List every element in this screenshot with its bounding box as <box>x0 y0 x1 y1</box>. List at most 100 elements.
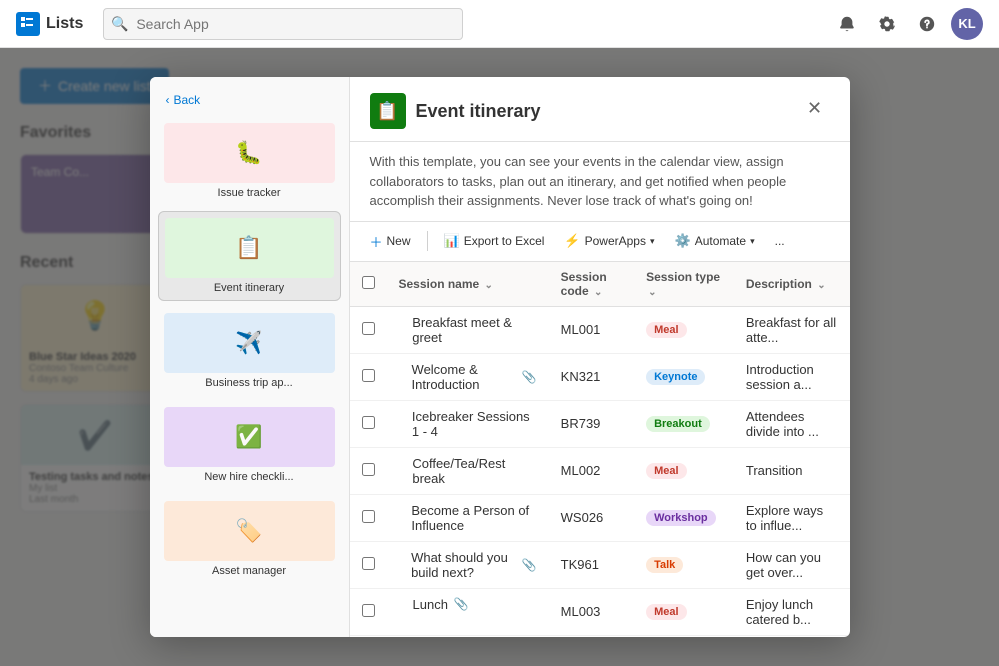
row-session-type: Meal <box>634 447 734 494</box>
back-chevron-icon: ‹ <box>166 93 170 107</box>
avatar[interactable]: KL <box>951 8 983 40</box>
attachment-icon: 📎 <box>454 597 469 611</box>
row-description: Breakfast for all atte... <box>734 306 850 353</box>
row-session-type: Keynote <box>634 353 734 400</box>
template-thumb-hire: ✅ <box>164 407 335 467</box>
modal-main-content: 📋 Event itinerary ✕ With this template, … <box>350 77 850 637</box>
app-icon <box>16 12 40 36</box>
table-header-row: Session name ⌄ Session code ⌄ Session ty… <box>350 262 850 307</box>
col-session-type[interactable]: Session type ⌄ <box>634 262 734 307</box>
row-description: Attendees divide into ... <box>734 400 850 447</box>
template-sidebar: ‹ Back 🐛 Issue tracker 📋 Event itinerary… <box>150 77 350 637</box>
table-body: Breakfast meet & greetML001MealBreakfast… <box>350 306 850 637</box>
toolbar-separator-1 <box>427 231 428 251</box>
select-all-checkbox[interactable] <box>362 276 375 289</box>
row-checkbox-cell <box>350 447 387 494</box>
row-session-code: ML001 <box>549 306 634 353</box>
template-item-new-hire[interactable]: ✅ New hire checkli... <box>158 401 341 489</box>
session-type-badge: Workshop <box>646 510 716 526</box>
toolbar-automate-button[interactable]: ⚙️ Automate ▾ <box>667 229 763 253</box>
row-session-name: What should you build next?📎 <box>387 542 549 588</box>
row-checkbox-cell <box>350 588 387 635</box>
row-session-type: Meal <box>634 588 734 635</box>
table-row: Coffee/Tea/Rest breakML002MealTransition <box>350 447 850 494</box>
table-row: Welcome & Introduction📎KN321KeynoteIntro… <box>350 353 850 400</box>
automate-chevron-icon: ▾ <box>750 236 755 247</box>
modal-title-area: 📋 Event itinerary <box>370 93 541 129</box>
row-session-code: TK173 <box>549 635 634 637</box>
search-input[interactable] <box>103 8 463 40</box>
main-area: ＋ Create new list Favorites Team Co... R… <box>0 48 999 666</box>
row-checkbox-cell <box>350 541 387 588</box>
toolbar-more-button[interactable]: ... <box>767 230 793 252</box>
table-row: What should you build next?📎TK961TalkHow… <box>350 541 850 588</box>
row-session-code: BR739 <box>549 400 634 447</box>
template-thumb-business: ✈️ <box>164 313 335 373</box>
table-row: Become a Person of InfluenceWS026Worksho… <box>350 494 850 541</box>
row-session-name: Welcome & Introduction📎 <box>387 354 549 400</box>
automate-icon: ⚙️ <box>675 233 691 249</box>
row-checkbox-cell <box>350 306 387 353</box>
row-description: What role do emails ... <box>734 635 850 637</box>
attachment-icon: 📎 <box>522 558 537 572</box>
row-4-checkbox[interactable] <box>362 510 375 523</box>
modal-close-button[interactable]: ✕ <box>800 93 830 123</box>
toolbar-powerapps-button[interactable]: ⚡ PowerApps ▾ <box>556 229 662 253</box>
modal-app-icon: 📋 <box>370 93 406 129</box>
topbar-actions: KL <box>831 8 983 40</box>
powerapps-chevron-icon: ▾ <box>650 236 655 247</box>
notifications-button[interactable] <box>831 8 863 40</box>
toolbar-new-button[interactable]: ＋ New <box>362 228 419 255</box>
row-1-checkbox[interactable] <box>362 369 375 382</box>
template-item-business-trip[interactable]: ✈️ Business trip ap... <box>158 307 341 395</box>
powerapps-icon: ⚡ <box>564 233 580 249</box>
col-session-name[interactable]: Session name ⌄ <box>387 262 549 307</box>
table-row: Icebreaker Sessions 1 - 4BR739BreakoutAt… <box>350 400 850 447</box>
row-session-name: The evolution of email use... <box>387 636 549 638</box>
modal-title: Event itinerary <box>416 101 541 122</box>
row-3-checkbox[interactable] <box>362 463 375 476</box>
row-2-checkbox[interactable] <box>362 416 375 429</box>
app-name: Lists <box>46 15 83 33</box>
col-select <box>350 262 387 307</box>
settings-button[interactable] <box>871 8 903 40</box>
session-type-badge: Meal <box>646 463 686 479</box>
row-description: How can you get over... <box>734 541 850 588</box>
app-logo: Lists <box>16 12 83 36</box>
row-session-code: KN321 <box>549 353 634 400</box>
col-description[interactable]: Description ⌄ <box>734 262 850 307</box>
row-0-checkbox[interactable] <box>362 322 375 335</box>
row-session-type: Talk <box>634 635 734 637</box>
session-type-badge: Talk <box>646 557 683 573</box>
col-session-code[interactable]: Session code ⌄ <box>549 262 634 307</box>
modal-header: 📋 Event itinerary ✕ <box>350 77 850 142</box>
session-type-badge: Meal <box>646 604 686 620</box>
row-session-type: Talk <box>634 541 734 588</box>
event-itinerary-modal: ‹ Back 🐛 Issue tracker 📋 Event itinerary… <box>150 77 850 637</box>
template-thumb-asset: 🏷️ <box>164 501 335 561</box>
template-item-issue-tracker[interactable]: 🐛 Issue tracker <box>158 117 341 205</box>
row-session-name: Lunch📎 <box>387 589 549 620</box>
row-description: Explore ways to influe... <box>734 494 850 541</box>
toolbar-export-button[interactable]: 📊 Export to Excel <box>436 229 553 253</box>
row-description: Transition <box>734 447 850 494</box>
table-row: Lunch📎ML003MealEnjoy lunch catered b... <box>350 588 850 635</box>
new-icon: ＋ <box>370 232 383 251</box>
description-sort-icon: ⌄ <box>817 280 825 291</box>
template-item-event-itinerary[interactable]: 📋 Event itinerary <box>158 211 341 301</box>
data-table: Session name ⌄ Session code ⌄ Session ty… <box>350 262 850 638</box>
row-session-type: Workshop <box>634 494 734 541</box>
template-item-asset-manager[interactable]: 🏷️ Asset manager <box>158 495 341 583</box>
row-description: Introduction session a... <box>734 353 850 400</box>
search-icon: 🔍 <box>111 15 128 32</box>
search-bar: 🔍 <box>103 8 463 40</box>
row-6-checkbox[interactable] <box>362 604 375 617</box>
session-name-sort-icon: ⌄ <box>485 280 493 291</box>
back-button[interactable]: ‹ Back <box>158 89 341 111</box>
row-checkbox-cell <box>350 353 387 400</box>
row-5-checkbox[interactable] <box>362 557 375 570</box>
help-button[interactable] <box>911 8 943 40</box>
modal-toolbar: ＋ New 📊 Export to Excel ⚡ PowerApps ▾ <box>350 222 850 262</box>
row-session-type: Meal <box>634 306 734 353</box>
row-checkbox-cell <box>350 400 387 447</box>
